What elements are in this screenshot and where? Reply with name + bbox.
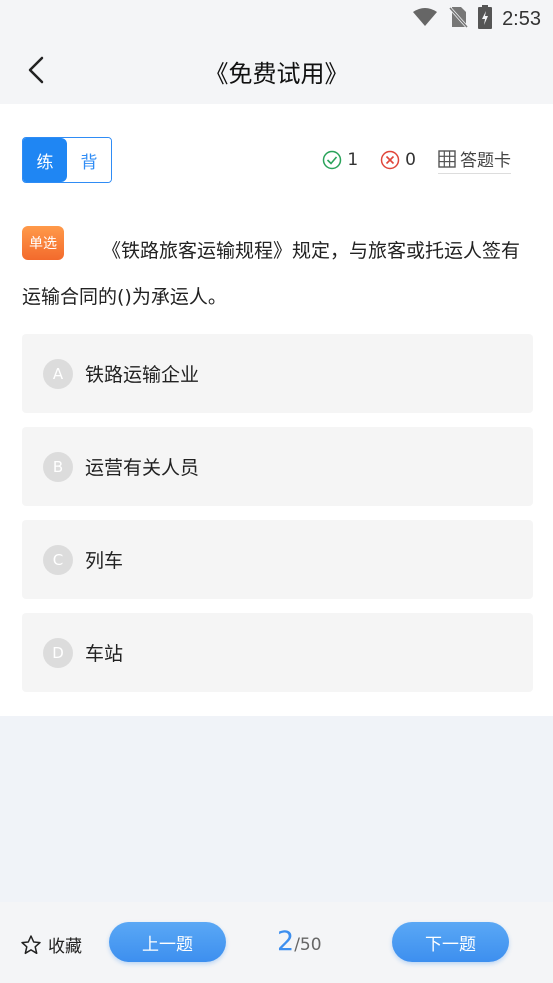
star-icon [21, 934, 41, 954]
question-card: 练 背 1 0 答题卡 单选 《铁路旅客运输规程》规定，与旅客或托运人签有运输合… [0, 104, 553, 716]
answer-card-label: 答题卡 [460, 151, 511, 171]
bottom-bar: 收藏 上一题 2 /50 下一题 [0, 902, 553, 983]
cross-circle-icon [380, 150, 400, 170]
question-text: 《铁路旅客运输规程》规定，与旅客或托运人签有运输合同的()为承运人。 [22, 240, 521, 308]
wifi-icon [412, 7, 438, 31]
answer-card-button[interactable]: 答题卡 [438, 146, 511, 174]
total-questions: /50 [294, 935, 322, 955]
answer-stats: 1 0 答题卡 [322, 146, 511, 174]
option-c[interactable]: C 列车 [22, 520, 533, 599]
battery-charging-icon [478, 5, 493, 33]
option-d[interactable]: D 车站 [22, 613, 533, 692]
grid-icon [438, 149, 456, 168]
option-text: 运营有关人员 [85, 457, 200, 479]
status-icons: 2:53 [412, 5, 541, 33]
next-question-button[interactable]: 下一题 [392, 922, 509, 962]
option-text: 列车 [85, 550, 124, 572]
option-letter: A [43, 358, 73, 389]
option-letter: C [43, 544, 73, 575]
mode-toggle: 练 背 [22, 137, 112, 183]
practice-mode-button[interactable]: 练 [23, 138, 67, 182]
wrong-count: 0 [380, 150, 416, 170]
app-bar: 《免费试用》 [0, 38, 553, 104]
current-question-number: 2 [277, 926, 295, 957]
correct-count: 1 [322, 150, 358, 170]
previous-question-button[interactable]: 上一题 [109, 922, 226, 962]
option-letter: D [43, 637, 73, 668]
option-text: 车站 [85, 643, 124, 665]
option-letter: B [43, 451, 73, 482]
option-text: 铁路运输企业 [85, 364, 200, 386]
option-b[interactable]: B 运营有关人员 [22, 427, 533, 506]
question-pager: 2 /50 [277, 926, 322, 957]
recite-mode-button[interactable]: 背 [67, 138, 111, 182]
favorite-button[interactable]: 收藏 [20, 932, 82, 957]
correct-count-value: 1 [347, 150, 359, 170]
no-sim-icon [448, 6, 469, 32]
favorite-label: 收藏 [48, 937, 82, 957]
page-title: 《免费试用》 [204, 60, 349, 88]
wrong-count-value: 0 [405, 150, 416, 170]
check-circle-icon [323, 150, 342, 170]
option-a[interactable]: A 铁路运输企业 [22, 334, 533, 413]
status-time: 2:53 [502, 7, 541, 30]
options-list: A 铁路运输企业 B 运营有关人员 C 列车 D 车站 [22, 334, 533, 706]
status-bar: 2:53 [0, 0, 553, 38]
